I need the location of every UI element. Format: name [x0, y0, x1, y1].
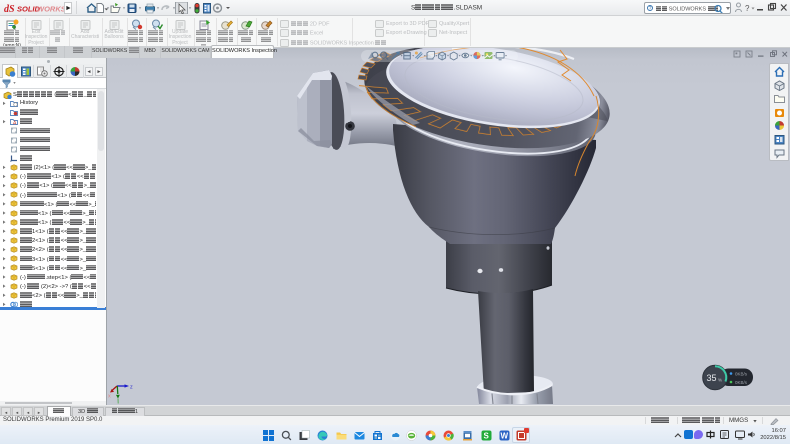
- svg-text:%: %: [718, 378, 722, 383]
- svg-text:35: 35: [707, 373, 717, 383]
- svg-text:0KB/s: 0KB/s: [735, 380, 748, 385]
- svg-text:x: x: [108, 394, 111, 400]
- svg-text:z: z: [130, 385, 133, 391]
- svg-text:?: ?: [745, 4, 750, 13]
- svg-text:S: S: [483, 431, 489, 440]
- svg-text:0KB/s: 0KB/s: [735, 372, 748, 377]
- svg-text:W: W: [501, 431, 509, 440]
- svg-text:dS: dS: [4, 4, 15, 15]
- svg-text:WORKS: WORKS: [37, 5, 66, 14]
